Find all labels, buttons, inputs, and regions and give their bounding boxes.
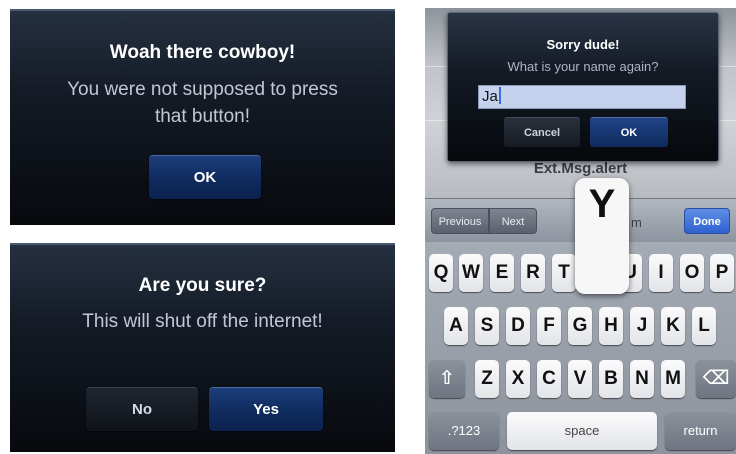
ok-button[interactable]: OK (590, 117, 668, 147)
yes-button[interactable]: Yes (209, 387, 323, 431)
key-j[interactable]: J (630, 307, 654, 345)
key-q[interactable]: Q (429, 254, 453, 292)
key-a[interactable]: A (444, 307, 468, 345)
prompt-dialog: Sorry dude! What is your name again? Ja … (447, 12, 719, 162)
numbers-key[interactable]: .?123 (429, 412, 499, 450)
key-n[interactable]: N (630, 360, 654, 398)
key-i[interactable]: I (649, 254, 673, 292)
dialog-message: This will shut off the internet! (82, 311, 323, 332)
shift-key[interactable]: ⇧ (429, 360, 465, 398)
key-h[interactable]: H (599, 307, 623, 345)
key-d[interactable]: D (506, 307, 530, 345)
key-b[interactable]: B (599, 360, 623, 398)
screenshot-stage: Woah there cowboy! You were not supposed… (0, 0, 736, 454)
ok-button[interactable]: OK (149, 155, 261, 199)
dialog-message-line-1: You were not supposed to press (67, 79, 338, 100)
done-button[interactable]: Done (684, 208, 730, 234)
obscured-text: m (631, 215, 642, 230)
prompt-message: What is your name again? (507, 59, 659, 74)
text-caret (498, 87, 501, 104)
previous-button[interactable]: Previous (431, 208, 489, 234)
key-p[interactable]: P (710, 254, 734, 292)
key-g[interactable]: G (568, 307, 592, 345)
background-button-label: Ext.Msg.alert (533, 160, 628, 177)
space-key[interactable]: space (507, 412, 657, 450)
dialog-title: Are you sure? (138, 275, 267, 296)
key-c[interactable]: C (537, 360, 561, 398)
key-e[interactable]: E (490, 254, 514, 292)
key-w[interactable]: W (459, 254, 483, 292)
key-preview-letter: Y (588, 182, 616, 226)
key-f[interactable]: F (537, 307, 561, 345)
key-m[interactable]: M (661, 360, 685, 398)
key-r[interactable]: R (521, 254, 545, 292)
no-button[interactable]: No (86, 387, 198, 431)
name-input-value: Ja (482, 88, 498, 105)
key-v[interactable]: V (568, 360, 592, 398)
dialog-message: You were not supposed to press that butt… (26, 76, 379, 130)
key-o[interactable]: O (680, 254, 704, 292)
prompt-title: Sorry dude! (546, 37, 620, 52)
dialog-title: Woah there cowboy! (109, 42, 296, 63)
confirm-dialog: Are you sure? This will shut off the int… (10, 243, 395, 452)
next-button[interactable]: Next (489, 208, 537, 234)
alert-dialog-cowboy: Woah there cowboy! You were not supposed… (10, 9, 395, 225)
key-k[interactable]: K (661, 307, 685, 345)
key-s[interactable]: S (475, 307, 499, 345)
key-preview-popup: Y (575, 178, 629, 294)
key-x[interactable]: X (506, 360, 530, 398)
phone-screen: Ext.Msg.alert Sorry dude! What is your n… (425, 8, 736, 454)
delete-key[interactable]: ⌫ (696, 360, 736, 398)
key-t[interactable]: T (552, 254, 576, 292)
return-key[interactable]: return (665, 412, 736, 450)
cancel-button[interactable]: Cancel (504, 117, 580, 147)
name-input[interactable]: Ja (478, 85, 686, 109)
key-z[interactable]: Z (475, 360, 499, 398)
key-l[interactable]: L (692, 307, 716, 345)
dialog-message-line-2: that button! (154, 106, 251, 127)
